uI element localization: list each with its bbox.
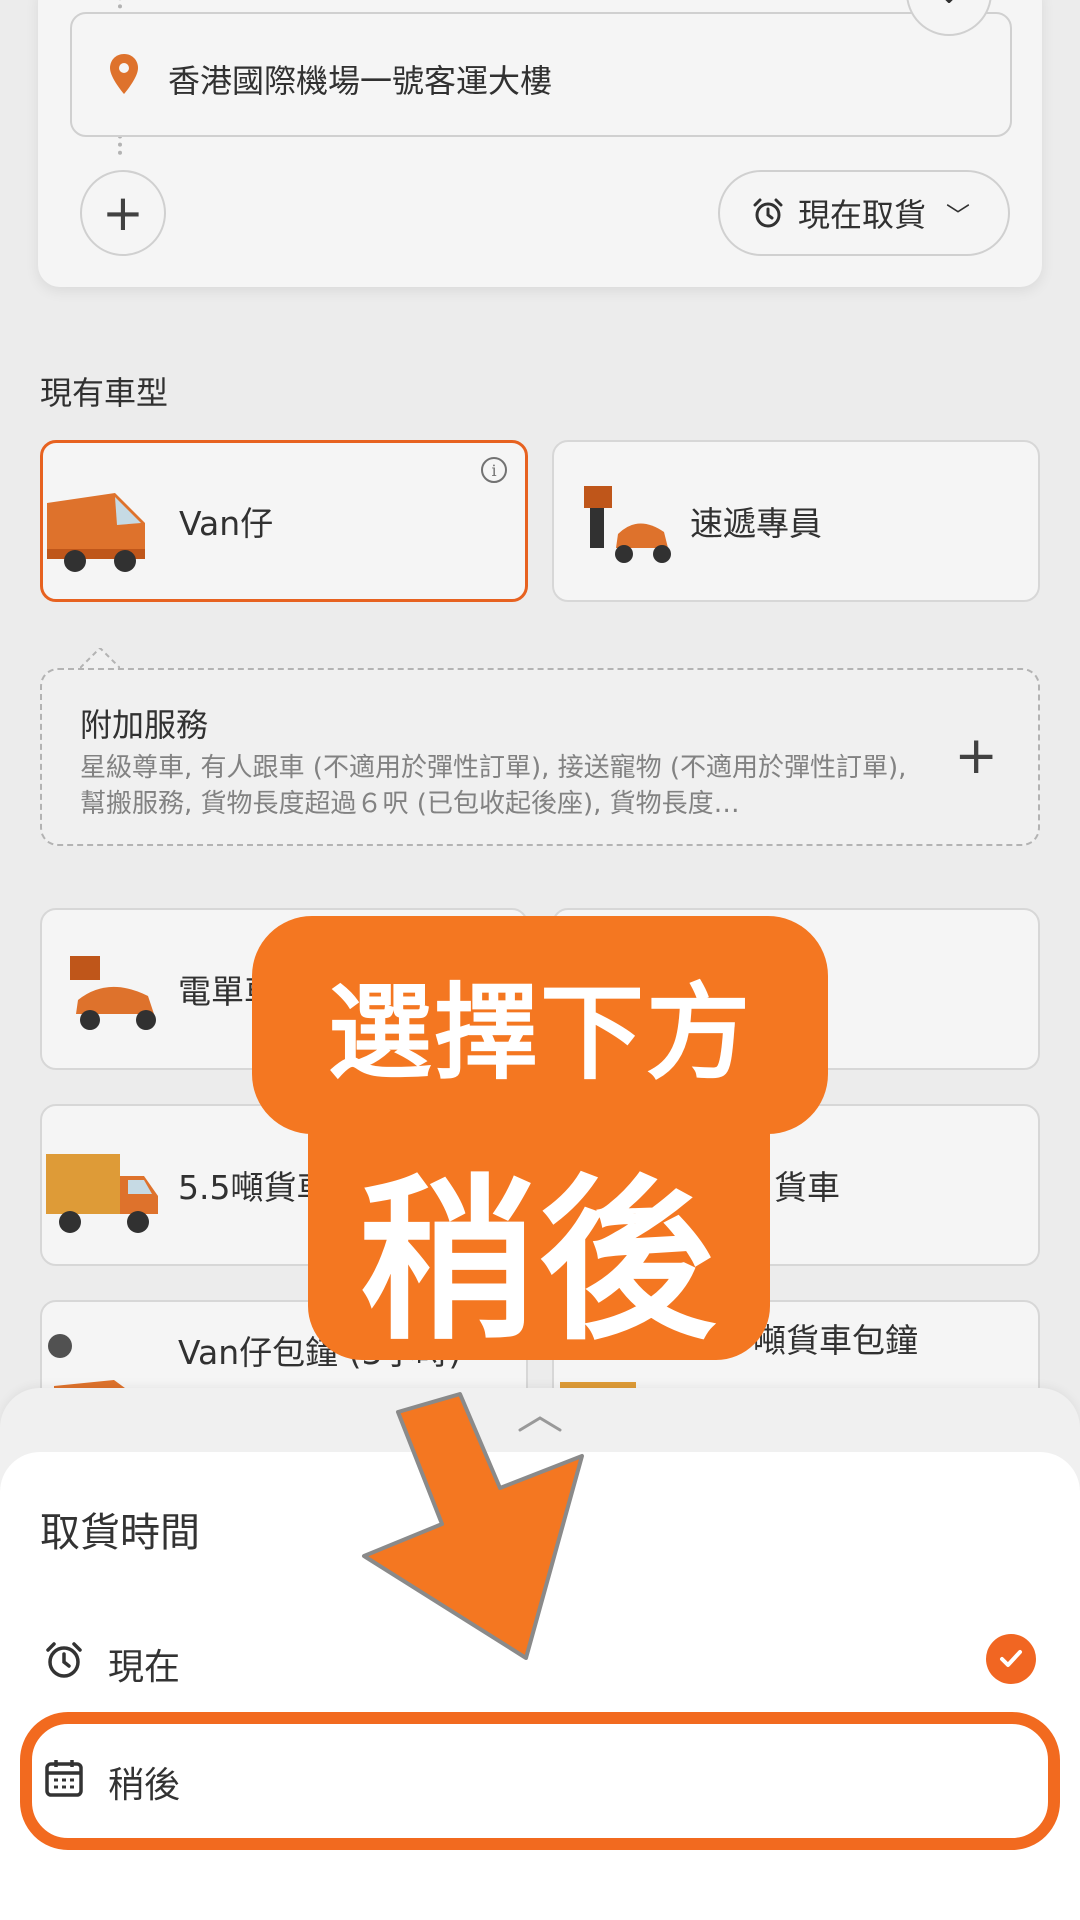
alarm-clock-icon bbox=[46, 1642, 82, 1678]
sheet-title: 取貨時間 bbox=[40, 1510, 200, 1556]
checkmark-icon bbox=[986, 1634, 1036, 1684]
callout-line2: 稍後 bbox=[358, 1159, 719, 1364]
pointer-arrow-icon bbox=[362, 1392, 584, 1660]
option-label: 現在 bbox=[108, 1647, 181, 1688]
later-option-highlight bbox=[20, 1712, 1060, 1850]
callout-line1: 選擇下方 bbox=[327, 972, 752, 1094]
